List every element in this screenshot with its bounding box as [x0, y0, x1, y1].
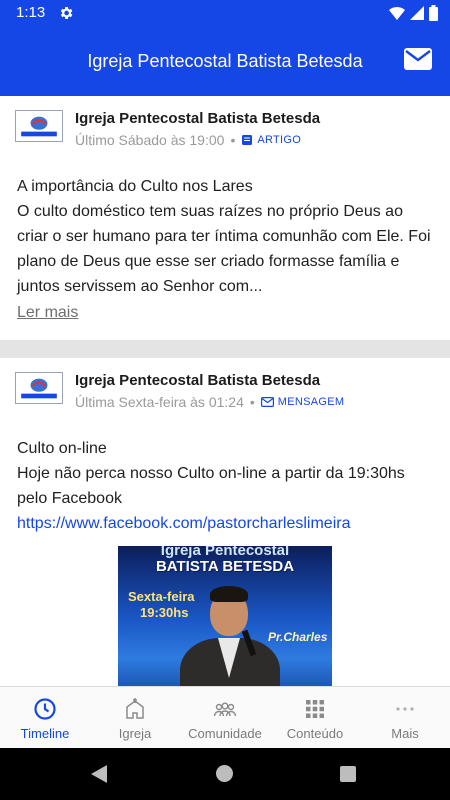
status-bar: 1:13: [0, 0, 450, 26]
church-logo[interactable]: [15, 110, 63, 142]
people-icon: [213, 702, 237, 717]
post-author[interactable]: Igreja Pentecostal Batista Betesda: [75, 372, 320, 389]
nav-label: Mais: [391, 726, 419, 741]
image-text-line2: BATISTA BETESDA: [155, 558, 295, 575]
nav-label: Timeline: [20, 726, 70, 741]
grid-icon: [306, 700, 324, 718]
post-card[interactable]: Igreja Pentecostal Batista Betesda Últim…: [0, 96, 450, 340]
pastor-hair: [210, 586, 248, 602]
meta-separator: •: [230, 132, 236, 148]
nav-label: Conteúdo: [286, 726, 344, 741]
image-day: Sexta-feira: [128, 589, 195, 604]
post-tag-label: MENSAGEM: [277, 396, 345, 408]
post-divider: [0, 340, 450, 358]
post-title: A importância do Culto nos Lares: [17, 178, 253, 195]
mail-icon[interactable]: [404, 48, 432, 70]
post-header: Igreja Pentecostal Batista Betesda Últim…: [0, 358, 450, 418]
recent-apps-icon[interactable]: [340, 766, 356, 782]
home-icon[interactable]: [216, 765, 233, 782]
post-image[interactable]: Igreja Pentecostal BATISTA BETESDA Sexta…: [118, 546, 332, 686]
mail-icon: [260, 397, 274, 407]
post-tag: ARTIGO: [241, 134, 301, 146]
church-icon: [126, 698, 144, 719]
post-time: Última Sexta-feira às 01:24: [75, 394, 244, 410]
page-title: Igreja Pentecostal Batista Betesda: [87, 51, 363, 71]
nav-item-timeline[interactable]: Timeline: [0, 687, 90, 748]
nav-item-comunidade[interactable]: Comunidade: [180, 687, 270, 748]
church-logo[interactable]: [15, 372, 63, 404]
post-tag-label: ARTIGO: [257, 134, 302, 146]
nav-item-igreja[interactable]: Igreja: [90, 687, 180, 748]
battery-icon: [429, 5, 438, 21]
facebook-link[interactable]: https://www.facebook.com/pastorcharlesli…: [17, 511, 433, 536]
post-meta: Último Sábado às 19:00 • ARTIGO: [75, 132, 301, 148]
post-card[interactable]: Igreja Pentecostal Batista Betesda Últim…: [0, 358, 450, 686]
nav-item-mais[interactable]: Mais: [360, 687, 450, 748]
nav-label: Igreja: [118, 726, 152, 741]
post-text: Hoje não perca nosso Culto on-line a par…: [17, 465, 405, 507]
more-icon: [396, 707, 414, 711]
meta-separator: •: [249, 394, 255, 410]
post-body: Culto on-line Hoje não perca nosso Culto…: [0, 418, 450, 536]
bottom-navigation: Timeline Igreja Comunidade Conteúdo Mais: [0, 686, 450, 748]
post-author[interactable]: Igreja Pentecostal Batista Betesda: [75, 110, 320, 127]
image-hour: 19:30hs: [140, 605, 189, 620]
post-time: Último Sábado às 19:00: [75, 132, 225, 148]
clock-icon: [34, 698, 56, 720]
signal-icon: [410, 6, 424, 20]
wifi-icon: [389, 7, 405, 20]
post-title: Culto on-line: [17, 440, 107, 457]
system-navigation-bar: [0, 748, 450, 800]
app-header: Igreja Pentecostal Batista Betesda: [0, 26, 450, 96]
post-text: O culto doméstico tem suas raízes no pró…: [17, 203, 431, 295]
image-name: Pr.Charles: [268, 630, 328, 644]
post-tag: MENSAGEM: [260, 396, 345, 408]
nav-item-conteudo[interactable]: Conteúdo: [270, 687, 360, 748]
read-more-link[interactable]: Ler mais: [17, 300, 78, 325]
nav-label: Comunidade: [188, 726, 262, 741]
post-body: A importância do Culto nos Lares O culto…: [0, 156, 450, 325]
article-icon: [242, 135, 253, 145]
settings-gear-icon: [60, 7, 73, 19]
post-meta: Última Sexta-feira às 01:24 • MENSAGEM: [75, 394, 344, 410]
status-icons: [389, 5, 438, 21]
post-header: Igreja Pentecostal Batista Betesda Últim…: [0, 96, 450, 156]
back-icon[interactable]: [91, 765, 107, 783]
timeline-feed[interactable]: Igreja Pentecostal Batista Betesda Últim…: [0, 96, 450, 686]
status-time: 1:13: [16, 4, 46, 21]
